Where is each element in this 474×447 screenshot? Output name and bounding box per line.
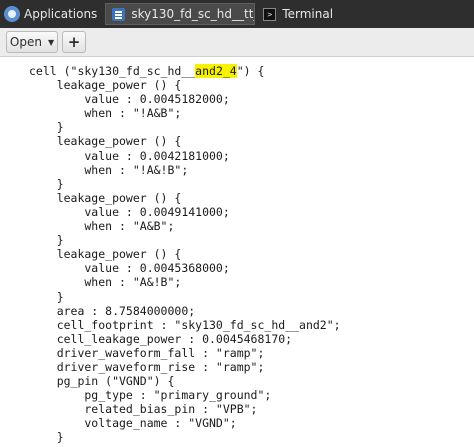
code-line: value : 0.0042181000; <box>29 148 230 163</box>
code-content: cell ("sky130_fd_sc_hd__and2_4") { leaka… <box>0 57 474 445</box>
code-line: when : "!A&B"; <box>29 106 182 121</box>
code-line: voltage_name : "VGND"; <box>29 416 237 431</box>
code-line: when : "A&!B"; <box>29 275 182 290</box>
applications-label: Applications <box>24 7 98 21</box>
top-panel: Applications sky130_fd_sc_hd__tt_0... > … <box>0 0 474 28</box>
code-line: related_bias_pin : "VPB"; <box>29 402 258 417</box>
code-line: leakage_power () { <box>29 247 182 262</box>
code-line: when : "!A&!B"; <box>29 162 189 177</box>
taskbar-item-label: Terminal <box>282 7 334 21</box>
code-line: area : 8.7584000000; <box>29 303 196 318</box>
code-line: pg_pin ("VGND") { <box>29 374 175 389</box>
new-document-button[interactable]: + <box>62 31 86 53</box>
code-line: } <box>29 289 64 304</box>
code-line: when : "A&B"; <box>29 219 175 234</box>
code-line: value : 0.0045368000; <box>29 261 230 276</box>
code-line: } <box>29 120 64 135</box>
open-button-label: Open <box>9 35 42 49</box>
applications-menu[interactable]: Applications <box>0 0 103 28</box>
code-line: leakage_power () { <box>29 190 182 205</box>
search-highlight: and2_4 <box>195 64 237 78</box>
text-editor-area[interactable]: cell ("sky130_fd_sc_hd__and2_4") { leaka… <box>0 57 474 447</box>
code-line: leakage_power () { <box>29 78 182 93</box>
taskbar-item-label: sky130_fd_sc_hd__tt_0... <box>131 7 254 21</box>
code-line: value : 0.0049141000; <box>29 204 230 219</box>
code-line: driver_waveform_fall : "ramp"; <box>29 345 265 360</box>
open-button[interactable]: Open ▼ <box>6 31 58 53</box>
taskbar-item-terminal[interactable]: > Terminal <box>257 3 379 25</box>
code-text: ") { <box>236 64 265 78</box>
taskbar-item-text-editor[interactable]: sky130_fd_sc_hd__tt_0... <box>105 3 256 25</box>
code-line: value : 0.0045182000; <box>29 92 230 107</box>
chevron-down-icon: ▼ <box>47 37 55 47</box>
applications-icon <box>4 6 20 22</box>
code-line: pg_type : "primary_ground"; <box>29 388 272 403</box>
text-editor-icon <box>112 7 126 21</box>
code-line: cell_leakage_power : 0.0045468170; <box>29 331 293 346</box>
code-line: } <box>29 233 64 248</box>
editor-toolbar: Open ▼ + <box>0 28 474 57</box>
code-line: driver_waveform_rise : "ramp"; <box>29 359 265 374</box>
code-line: } <box>29 176 64 191</box>
code-line: } <box>29 430 64 445</box>
new-document-label: + <box>67 33 81 51</box>
code-line: cell_footprint : "sky130_fd_sc_hd__and2"… <box>29 317 341 332</box>
code-text: cell ("sky130_fd_sc_hd__ <box>29 64 196 78</box>
terminal-icon: > <box>263 7 277 21</box>
code-line: leakage_power () { <box>29 134 182 149</box>
code-line: cell ("sky130_fd_sc_hd__and2_4") { <box>29 64 474 78</box>
